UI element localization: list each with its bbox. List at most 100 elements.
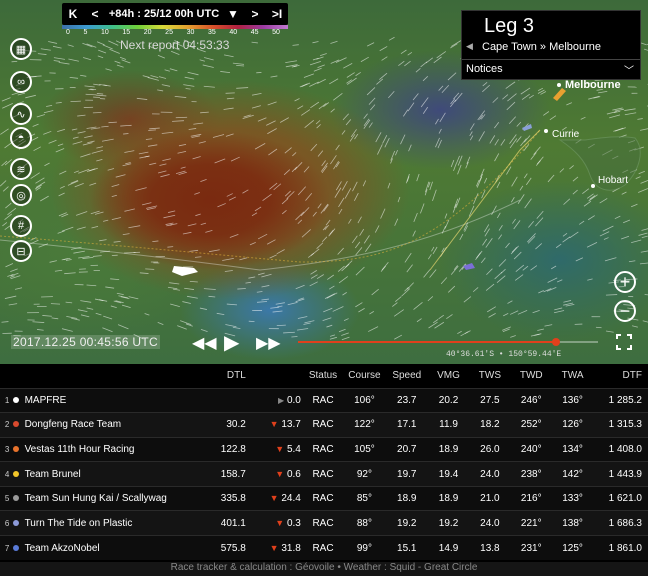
vmg: 20.2 — [427, 387, 470, 413]
dtl-change: ▼ 24.4 — [245, 485, 303, 511]
forecast-time-bar: K < +84h : 25/12 00h UTC ▼ > >I — [62, 3, 288, 25]
play-icon[interactable]: ▶ — [224, 330, 239, 355]
team-name[interactable]: MAPFRE — [24, 387, 187, 413]
course: 106° — [343, 387, 386, 413]
twa: 133° — [551, 485, 594, 511]
leg-back-icon[interactable]: ◀ — [466, 41, 473, 52]
twa: 136° — [551, 387, 594, 413]
leaderboard-row[interactable]: 7 Team AkzoNobel 575.8 ▼ 31.8 RAC 99° 15.1 14.9… — [0, 535, 648, 561]
dtl-change-value: 5.4 — [286, 443, 301, 455]
col-twd[interactable]: TWD — [510, 364, 552, 388]
dtl-change-value: 0.0 — [286, 394, 301, 406]
rewind-icon[interactable]: ◀◀ — [192, 333, 217, 353]
team-name[interactable]: Turn The Tide on Plastic — [24, 510, 187, 536]
rank: 5 — [0, 485, 14, 511]
grid-icon[interactable]: # — [10, 215, 32, 237]
leaderboard-row[interactable]: 5 Team Sun Hung Kai / Scallywag 335.8 ▼ 24.… — [0, 485, 648, 511]
rank: 3 — [0, 436, 14, 462]
previous-frame-button[interactable]: < — [84, 7, 106, 21]
twd: 252° — [510, 412, 552, 438]
dtl-change-value: 13.7 — [281, 419, 301, 431]
current-icon[interactable]: ◎ — [10, 184, 32, 206]
dtf: 1 408.0 — [593, 436, 648, 462]
rank: 7 — [0, 535, 14, 561]
twd: 246° — [510, 387, 552, 413]
forecast-time-label: +84h : 25/12 00h UTC — [108, 8, 220, 20]
leaderboard-row[interactable]: 1 MAPFRE ▶ 0.0 RAC 106° 23.7 20.2 27.5 246° 136° 1… — [0, 387, 648, 413]
rank: 6 — [0, 510, 14, 536]
boat-marker[interactable] — [522, 124, 532, 131]
dtf: 1 621.0 — [593, 485, 648, 511]
forecast-dropdown-icon[interactable]: ▼ — [222, 7, 244, 21]
notices-label: Notices — [466, 63, 503, 75]
leaderboard-row[interactable]: 3 Vestas 11th Hour Racing 122.8 ▼ 5.4 RAC 105… — [0, 436, 648, 462]
leaderboard-row[interactable]: 2 Dongfeng Race Team 30.2 ▼ 13.7 RAC 122° 17.1… — [0, 412, 648, 438]
team-name[interactable]: Team Brunel — [24, 461, 187, 487]
fast-forward-icon[interactable]: ▶▶ — [256, 333, 281, 353]
team-name[interactable]: Team AkzoNobel — [24, 535, 187, 561]
leaderboard-row[interactable]: 6 Turn The Tide on Plastic 401.1 ▼ 0.3 RAC 88… — [0, 510, 648, 536]
col-tws[interactable]: TWS — [469, 364, 511, 388]
boat-icon[interactable]: ◓ — [10, 127, 32, 149]
col-twa[interactable]: TWA — [551, 364, 594, 388]
team-color-dot — [13, 461, 25, 487]
rank: 1 — [0, 387, 14, 413]
wind-scale-ticks: 0 5 10 15 20 25 30 35 40 45 50 — [62, 29, 288, 36]
twd: 240° — [510, 436, 552, 462]
melbourne-label: Melbourne — [565, 79, 621, 91]
wind-scale-tick: 5 — [83, 29, 88, 36]
last-frame-button[interactable]: >I — [266, 7, 288, 21]
fullscreen-icon[interactable] — [616, 334, 632, 350]
vmg: 18.9 — [427, 485, 470, 511]
next-frame-button[interactable]: > — [244, 7, 266, 21]
dtl-change: ▼ 5.4 — [245, 436, 303, 462]
dtf: 1 443.9 — [593, 461, 648, 487]
vmg: 19.2 — [427, 510, 470, 536]
col-dtf[interactable]: DTF — [593, 364, 648, 388]
zoom-out-button[interactable]: − — [614, 300, 636, 322]
playback-timeline[interactable] — [298, 338, 598, 346]
dtl-change-value: 0.3 — [286, 517, 301, 529]
timeline-handle[interactable] — [552, 338, 560, 346]
wind-scale-tick: 40 — [229, 29, 238, 36]
tws: 18.2 — [469, 412, 511, 438]
first-frame-button[interactable]: K — [62, 7, 84, 21]
col-status[interactable]: Status — [302, 364, 344, 388]
col-vmg[interactable]: VMG — [427, 364, 470, 388]
course: 92° — [343, 461, 386, 487]
dtl-value: 122.8 — [186, 436, 246, 462]
akzonobel-boat-marker[interactable] — [463, 263, 475, 270]
route-icon[interactable]: ∿ — [10, 103, 32, 125]
twa: 142° — [551, 461, 594, 487]
col-speed[interactable]: Speed — [385, 364, 428, 388]
trend-down-icon: ▼ — [275, 517, 285, 528]
mapfre-boat-marker[interactable] — [172, 266, 198, 276]
currie-dot — [544, 129, 548, 133]
playback-datetime: 2017.12.25 00:45:56 UTC — [11, 335, 160, 349]
col-course[interactable]: Course — [343, 364, 386, 388]
status: RAC — [302, 387, 344, 413]
notices-dropdown[interactable]: Notices ﹀ — [462, 59, 640, 79]
tws: 13.8 — [469, 535, 511, 561]
team-name[interactable]: Dongfeng Race Team — [24, 412, 187, 438]
link-icon[interactable]: ∞ — [10, 71, 32, 93]
twd: 231° — [510, 535, 552, 561]
ruler-icon[interactable]: ⊟ — [10, 240, 32, 262]
col-dtl[interactable]: DTL — [186, 364, 246, 388]
speed: 17.1 — [385, 412, 428, 438]
speed: 23.7 — [385, 387, 428, 413]
leaderboard-row[interactable]: 4 Team Brunel 158.7 ▼ 0.6 RAC 92° 19.7 19.4 24.0… — [0, 461, 648, 487]
wind-scale-tick: 35 — [207, 29, 216, 36]
map-layers-icon[interactable]: ▦ — [10, 38, 32, 60]
trend-right-icon: ▶ — [278, 395, 285, 405]
team-name[interactable]: Vestas 11th Hour Racing — [24, 436, 187, 462]
zoom-in-button[interactable]: + — [614, 271, 636, 293]
hobart-dot — [591, 184, 595, 188]
dtl-value: 30.2 — [186, 412, 246, 438]
great-circle-route — [0, 199, 521, 271]
race-map[interactable]: K < +84h : 25/12 00h UTC ▼ > >I 0 5 10 15 20… — [0, 0, 648, 364]
team-color-dot — [13, 436, 25, 462]
tws: 27.5 — [469, 387, 511, 413]
wind-icon[interactable]: ≋ — [10, 158, 32, 180]
team-name[interactable]: Team Sun Hung Kai / Scallywag — [24, 485, 187, 511]
